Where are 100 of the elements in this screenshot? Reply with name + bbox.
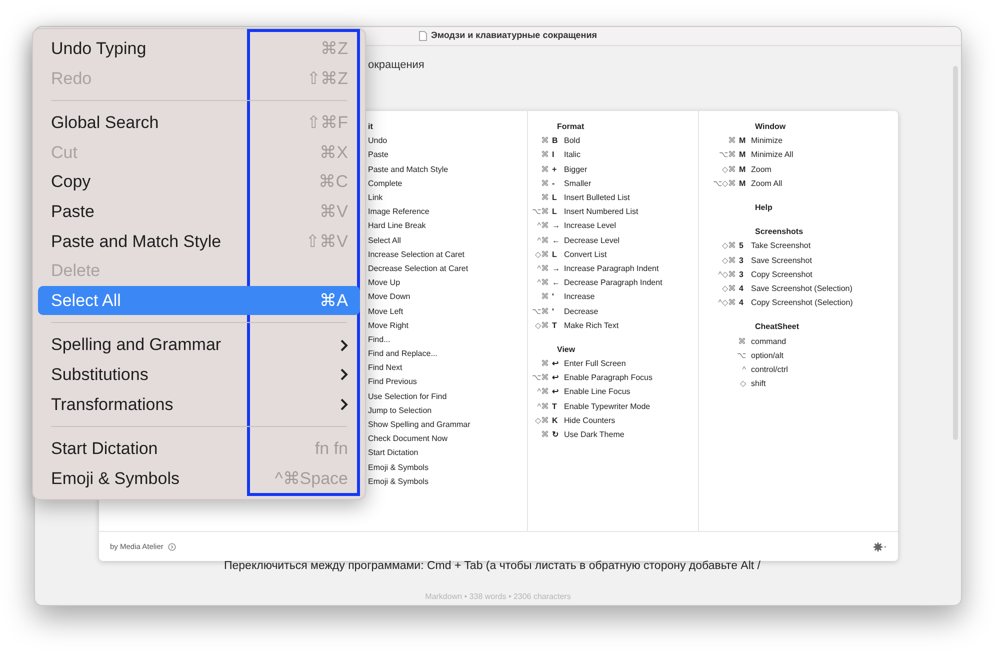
shortcut-keys: ^⌘ T <box>528 400 564 413</box>
shortcut-label: Hide Counters <box>564 414 616 427</box>
window-title: Эмодзи и клавиатурные сокращения <box>430 29 598 42</box>
shortcut-label: Smaller <box>564 178 592 190</box>
menu-item[interactable]: Global Search ⇧⌘F <box>38 108 360 138</box>
menu-item[interactable]: Substitutions <box>38 360 360 390</box>
shortcut-keys: ⌘ I <box>528 149 564 162</box>
shortcut-keys: ◇⌘ L <box>528 248 564 261</box>
shortcut-keys: ^◇⌘ 3 <box>699 268 751 281</box>
shortcut-label: Make Rich Text <box>564 320 619 332</box>
shortcut-label: Emoji & Symbols <box>368 462 428 474</box>
menu-item[interactable]: Spelling and Grammar <box>38 330 360 360</box>
shortcut-label: Save Screenshot <box>751 254 812 267</box>
shortcut-label: Minimize All <box>751 149 794 162</box>
section-heading: Help <box>755 202 772 212</box>
shortcut-label: Find... <box>368 334 390 346</box>
shortcut-label: Bigger <box>564 164 588 176</box>
shortcut-label: Increase Paragraph Indent <box>564 262 659 275</box>
shortcut-keys: ◇⌘ M <box>699 164 751 176</box>
shortcut-label: Paste and Match Style <box>368 164 448 176</box>
shortcut-label: Find and Replace... <box>368 348 438 360</box>
shortcut-keys: ^⌘ ← <box>528 234 564 247</box>
section-heading: it <box>368 122 373 131</box>
scrollbar[interactable] <box>953 66 958 440</box>
shortcut-label: Start Dictation <box>368 447 418 460</box>
shortcut-keys: ⌘ B <box>528 135 564 148</box>
shortcut-keys: ^⌘ ← <box>528 277 564 290</box>
shortcut-label: Find Previous <box>368 376 417 388</box>
section-heading: Window <box>755 122 786 131</box>
shortcut-keys: ⌥⌘ M <box>699 149 751 162</box>
shortcut-label: Zoom All <box>751 178 782 190</box>
arrow-circle-icon[interactable] <box>168 542 176 550</box>
settings-icon[interactable] <box>873 542 887 552</box>
shortcut-label: Save Screenshot (Selection) <box>751 282 852 295</box>
shortcut-keys: ⌘ L <box>528 192 564 204</box>
shortcut-label: Enable Line Focus <box>564 386 630 398</box>
shortcut-label: Enable Typewriter Mode <box>564 400 650 413</box>
section-heading: CheatSheet <box>755 322 800 332</box>
shortcut-label: Image Reference <box>368 206 430 218</box>
menu-item[interactable]: Start Dictation fn fn <box>38 434 360 464</box>
menu-item[interactable]: Paste and Match Style ⇧⌘V <box>38 226 360 256</box>
shortcut-keys: ^⌘ ↩ <box>528 386 564 398</box>
menu-item[interactable]: Undo Typing ⌘Z <box>38 34 360 64</box>
shortcut-label: Increase Level <box>564 220 616 232</box>
shortcut-label: Decrease Paragraph Indent <box>564 277 662 290</box>
chevron-right-icon <box>340 368 348 382</box>
shortcut-keys: ◇ <box>699 378 751 390</box>
menu-item[interactable]: Copy ⌘C <box>38 167 360 197</box>
shortcut-label: Undo <box>368 135 388 148</box>
shortcut-keys: ◇⌘ 5 <box>699 240 751 252</box>
shortcut-keys: ⌘ M <box>699 135 751 148</box>
shortcut-label: Paste <box>368 149 388 162</box>
shortcut-label: Hard Line Break <box>368 220 426 232</box>
shortcut-label: Enable Paragraph Focus <box>564 372 652 384</box>
shortcut-label: Emoji & Symbols <box>368 476 428 488</box>
shortcut-label: control/ctrl <box>751 364 788 376</box>
document-icon <box>418 31 427 41</box>
shortcut-keys: ⌘ - <box>528 178 564 190</box>
shortcut-label: Select All <box>368 234 401 247</box>
shortcut-keys: ⌥⌘ ' <box>528 306 564 318</box>
shortcut-label: Increase Selection at Caret <box>368 248 464 261</box>
shortcut-label: Use Selection for Find <box>368 390 447 403</box>
shortcut-label: Increase <box>564 291 595 304</box>
shortcut-keys: ⌥ <box>699 350 751 362</box>
shortcut-label: Move Down <box>368 291 410 304</box>
menu-item[interactable]: Transformations <box>38 390 360 420</box>
section-heading: View <box>557 344 576 354</box>
shortcut-keys: ⌘ + <box>528 164 564 176</box>
chevron-right-icon <box>340 398 348 411</box>
shortcut-keys: ^◇⌘ 4 <box>699 297 751 310</box>
shortcut-label: Copy Screenshot <box>751 268 812 281</box>
shortcut-text: ⌘V <box>320 201 348 224</box>
shortcut-keys: ◇⌘ 4 <box>699 282 751 295</box>
shortcut-label: Find Next <box>368 362 402 374</box>
shortcut-keys: ⌥⌘ L <box>528 206 564 218</box>
shortcut-label: Convert List <box>564 248 607 261</box>
shortcut-label: Decrease <box>564 306 598 318</box>
shortcut-keys: ⌘ ' <box>528 291 564 304</box>
shortcut-label: Jump to Selection <box>368 404 432 417</box>
section-heading: Format <box>557 122 584 131</box>
shortcut-text: ⌘A <box>320 290 348 312</box>
document-heading: окращения <box>368 58 424 73</box>
shortcut-label: Link <box>368 192 383 204</box>
shortcut-keys: ◇⌘ K <box>528 414 564 427</box>
shortcut-label: command <box>751 336 786 348</box>
shortcut-label: Check Document Now <box>368 433 448 446</box>
shortcut-label: Use Dark Theme <box>564 429 624 442</box>
shortcut-label: Bold <box>564 135 580 148</box>
shortcut-label: shift <box>751 378 766 390</box>
menu-item[interactable]: Select All ⌘A <box>38 286 360 316</box>
shortcut-label: Show Spelling and Grammar <box>368 419 470 432</box>
shortcut-text: fn fn <box>314 438 348 460</box>
shortcut-keys: ◇⌘ 3 <box>699 254 751 267</box>
shortcut-label: Insert Numbered List <box>564 206 638 218</box>
menu-item[interactable]: Paste ⌘V <box>38 196 360 227</box>
shortcut-label: Zoom <box>751 164 772 176</box>
shortcut-label: option/alt <box>751 350 784 362</box>
menu-item[interactable]: Emoji & Symbols ^⌘Space <box>38 464 360 494</box>
shortcut-keys: ⌘ ↻ <box>528 429 564 442</box>
shortcut-label: Complete <box>368 178 402 190</box>
